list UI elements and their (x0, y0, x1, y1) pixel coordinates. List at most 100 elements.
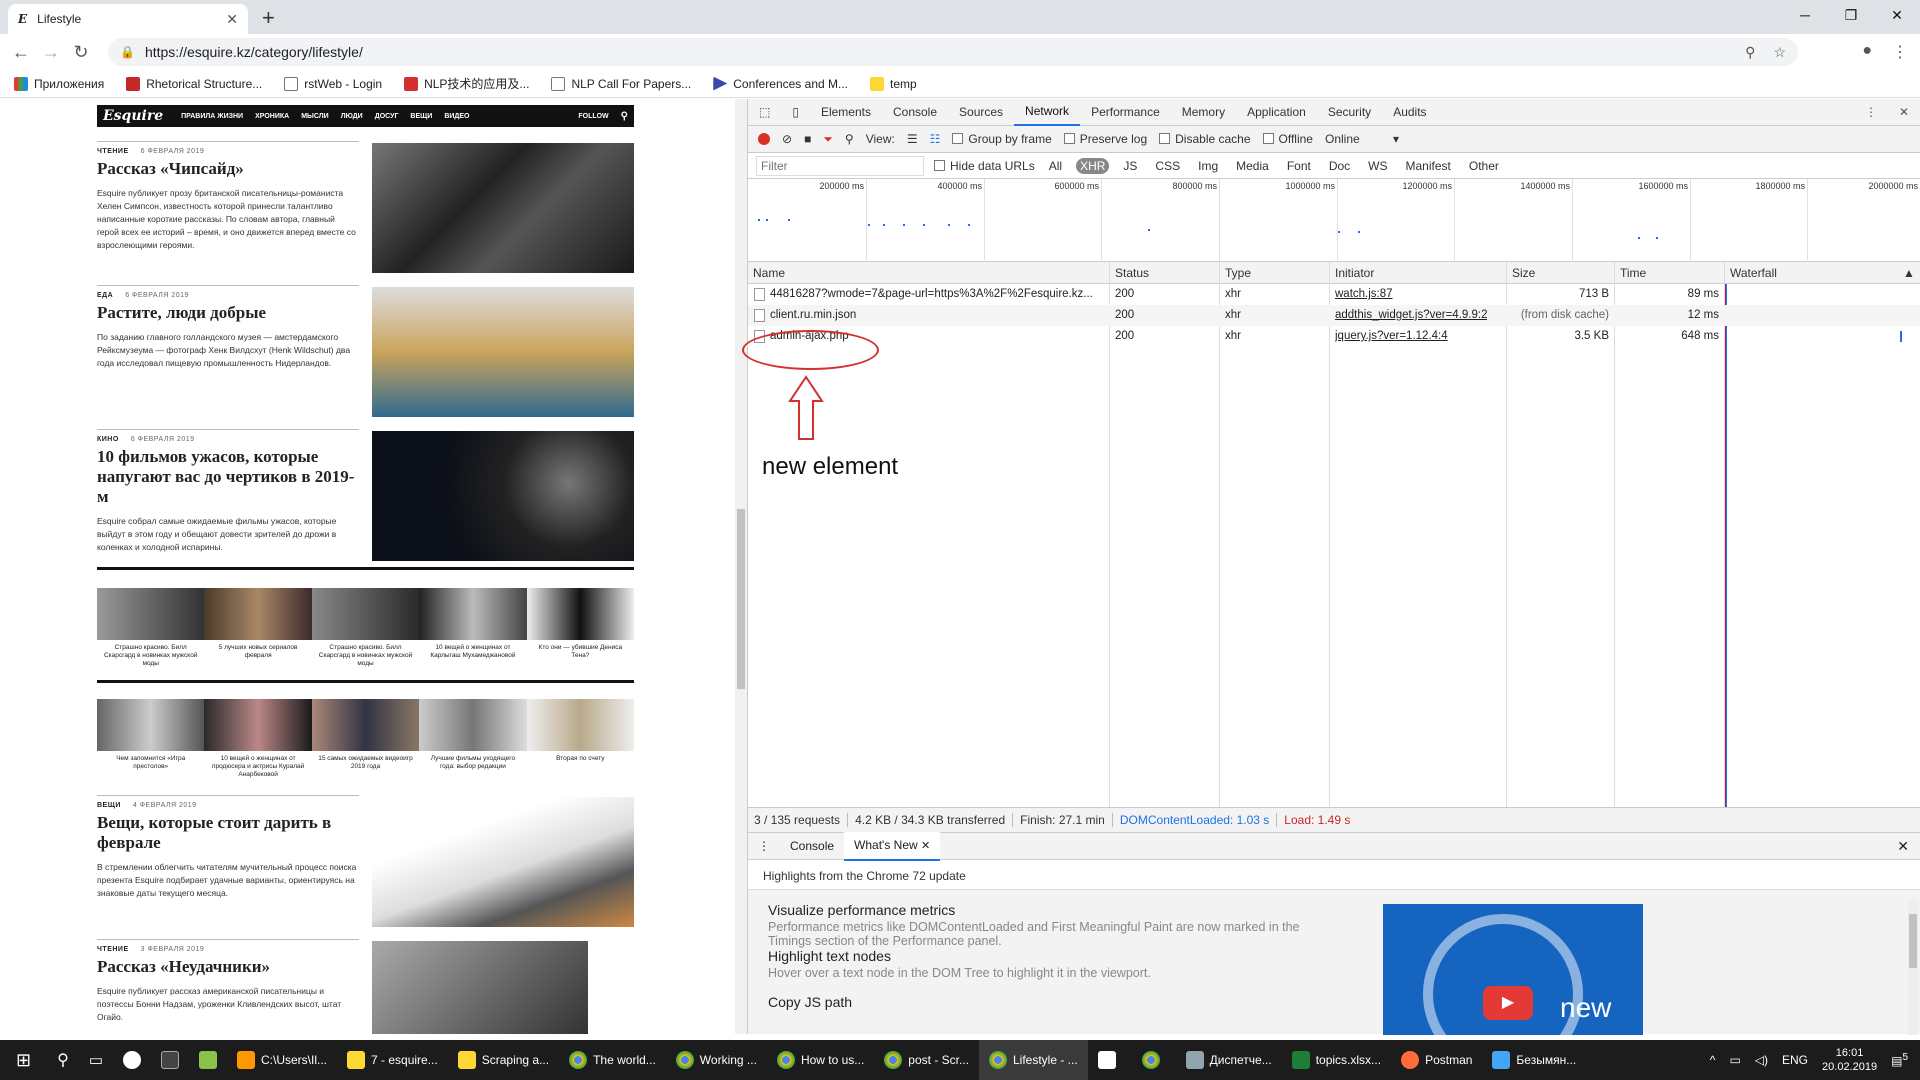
header-size[interactable]: Size (1512, 266, 1535, 280)
terminal-pin-icon[interactable] (151, 1040, 189, 1080)
carousel-caption[interactable]: Лучшие фильмы уходящего года: выбор реда… (419, 755, 526, 779)
filter-js[interactable]: JS (1119, 158, 1141, 174)
carousel-caption[interactable]: 10 вещей о женщинах от продюсера и актри… (204, 755, 311, 779)
carousel-caption[interactable]: Вторая по счету (527, 755, 634, 779)
carousel-thumb[interactable] (97, 699, 205, 751)
browser-pin-icon[interactable] (113, 1040, 151, 1080)
carousel-caption[interactable]: Кто они — убившие Дениса Тена? (527, 644, 634, 668)
article-image[interactable] (372, 143, 634, 273)
carousel-caption[interactable]: 10 вещей о женщинах от Карлыгаш Мухамедж… (419, 644, 526, 668)
tab-console[interactable]: Console (882, 99, 948, 125)
youtube-play-icon[interactable]: ▶ (1483, 986, 1533, 1020)
maximize-icon[interactable]: ❐ (1828, 0, 1874, 30)
table-row[interactable]: admin-ajax.php 200 xhr jquery.js?ver=1.1… (748, 326, 1920, 347)
close-drawer-icon[interactable]: ✕ (1897, 838, 1920, 855)
tab-network[interactable]: Network (1014, 98, 1081, 126)
bookmark-nlp-cfp[interactable]: NLP Call For Papers... (551, 76, 691, 91)
scrollbar-thumb[interactable] (737, 509, 745, 689)
filter-doc[interactable]: Doc (1325, 158, 1354, 174)
sort-up-icon[interactable]: ▲ (1903, 266, 1915, 280)
nav-item[interactable]: ДОСУГ (375, 113, 399, 120)
taskbar-item[interactable]: Диспетче... (1176, 1040, 1282, 1080)
article-image[interactable] (372, 797, 634, 927)
filter-all[interactable]: All (1045, 158, 1066, 174)
site-logo[interactable]: Esquire (103, 108, 163, 124)
back-icon[interactable]: ← (6, 42, 36, 63)
article-card[interactable]: ЧТЕНИЕ 6 ФЕВРАЛЯ 2019 Рассказ «Чипсайд» E… (97, 141, 359, 252)
drawer-tab-console[interactable]: Console (780, 833, 844, 859)
article-title[interactable]: Вещи, которые стоит дарить в феврале (97, 813, 359, 853)
notepad-pin-icon[interactable] (189, 1040, 227, 1080)
taskbar-item[interactable]: Безымян... (1482, 1040, 1586, 1080)
inspect-element-icon[interactable]: ⬚ (748, 99, 781, 125)
article-card[interactable]: КИНО 6 ФЕВРАЛЯ 2019 10 фильмов ужасов, ко… (97, 429, 359, 554)
whats-new-item-title[interactable]: Visualize performance metrics (768, 902, 955, 918)
profile-icon[interactable]: ● (1862, 42, 1872, 62)
chevron-up-icon[interactable]: ^ (1710, 1053, 1716, 1067)
article-title[interactable]: 10 фильмов ужасов, которые напугают вас … (97, 447, 359, 507)
task-view-icon[interactable]: ▭ (79, 1040, 113, 1080)
whats-new-item-title[interactable]: Copy JS path (768, 994, 852, 1010)
scrollbar-thumb[interactable] (1909, 914, 1917, 968)
taskbar-item[interactable]: topics.xlsx... (1282, 1040, 1391, 1080)
header-name[interactable]: Name (753, 266, 785, 280)
carousel-caption[interactable]: Страшно красиво. Билл Скарсгард в новинк… (312, 644, 419, 668)
request-name[interactable]: client.ru.min.json (770, 309, 1106, 321)
taskbar-item[interactable]: 7 - esquire... (337, 1040, 448, 1080)
request-initiator[interactable]: watch.js:87 (1335, 288, 1393, 300)
clock[interactable]: 16:01 20.02.2019 (1822, 1046, 1877, 1074)
volume-icon[interactable]: ◁) (1755, 1053, 1768, 1067)
bookmark-rhetorical[interactable]: Rhetorical Structure... (126, 76, 262, 91)
header-time[interactable]: Time (1620, 266, 1646, 280)
carousel-thumb[interactable] (526, 699, 635, 751)
filter-css[interactable]: CSS (1151, 158, 1184, 174)
minimize-icon[interactable]: ─ (1782, 0, 1828, 30)
search-icon[interactable]: ⚲ (845, 132, 854, 146)
article-title[interactable]: Растите, люди добрые (97, 303, 359, 323)
filter-input[interactable] (756, 155, 924, 176)
taskbar-item[interactable] (1088, 1040, 1132, 1080)
disable-cache-checkbox[interactable]: Disable cache (1159, 132, 1251, 146)
zoom-icon[interactable]: ⚲ (1745, 44, 1755, 61)
large-rows-icon[interactable]: ☰ (907, 132, 918, 146)
taskbar-item[interactable] (1132, 1040, 1176, 1080)
devtools-menu-icon[interactable]: ⋮ (1865, 105, 1877, 119)
article-image[interactable] (372, 941, 588, 1034)
filter-font[interactable]: Font (1283, 158, 1315, 174)
drawer-scrollbar[interactable] (1908, 900, 1918, 1035)
table-row[interactable]: 44816287?wmode=7&page-url=https%3A%2F%2F… (748, 284, 1920, 305)
language-indicator[interactable]: ENG (1782, 1053, 1808, 1067)
search-icon[interactable]: ⚲ (621, 111, 628, 122)
carousel-thumb[interactable] (526, 588, 635, 640)
carousel-thumb[interactable] (419, 588, 527, 640)
start-button[interactable]: ⊞ (0, 1040, 47, 1080)
follow-link[interactable]: FOLLOW (578, 113, 608, 120)
bookmark-apps[interactable]: Приложения (14, 76, 104, 91)
request-initiator[interactable]: addthis_widget.js?ver=4.9.9:2 (1335, 309, 1487, 321)
filter-manifest[interactable]: Manifest (1402, 158, 1455, 174)
tab-audits[interactable]: Audits (1382, 99, 1437, 125)
article-card[interactable]: ЧТЕНИЕ 3 ФЕВРАЛЯ 2019 Рассказ «Неудачники… (97, 939, 359, 1024)
request-name[interactable]: 44816287?wmode=7&page-url=https%3A%2F%2F… (770, 288, 1106, 300)
header-initiator[interactable]: Initiator (1335, 266, 1374, 280)
bookmark-rstweb[interactable]: rstWeb - Login (284, 76, 382, 91)
bookmark-star-icon[interactable]: ☆ (1773, 44, 1786, 61)
taskbar-item-active[interactable]: Lifestyle - ... (978, 1040, 1088, 1080)
carousel-thumb[interactable] (311, 588, 420, 640)
carousel-thumb[interactable] (204, 588, 312, 640)
menu-icon[interactable]: ⋮ (1892, 42, 1908, 62)
chrome-72-video-thumbnail[interactable]: ▶ new (1383, 904, 1643, 1035)
tab-application[interactable]: Application (1236, 99, 1317, 125)
taskbar-item[interactable]: Postman (1391, 1040, 1482, 1080)
article-card[interactable]: ЕДА 6 ФЕВРАЛЯ 2019 Растите, люди добрые П… (97, 285, 359, 370)
carousel-caption[interactable]: Страшно красиво. Билл Скарсгард в новинк… (97, 644, 204, 668)
taskbar-item[interactable]: Working ... (666, 1040, 767, 1080)
carousel-thumb[interactable] (97, 588, 205, 640)
page-scrollbar[interactable] (735, 99, 747, 1034)
group-by-frame-checkbox[interactable]: Group by frame (952, 132, 1052, 146)
carousel-caption[interactable]: 5 лучших новых сериалов февраля (204, 644, 311, 668)
taskbar-item[interactable]: How to us... (767, 1040, 874, 1080)
article-card[interactable]: ВЕЩИ 4 ФЕВРАЛЯ 2019 Вещи, которые стоит д… (97, 795, 359, 900)
nav-item[interactable]: ВИДЕО (444, 113, 469, 120)
request-initiator[interactable]: jquery.js?ver=1.12.4:4 (1335, 330, 1448, 342)
